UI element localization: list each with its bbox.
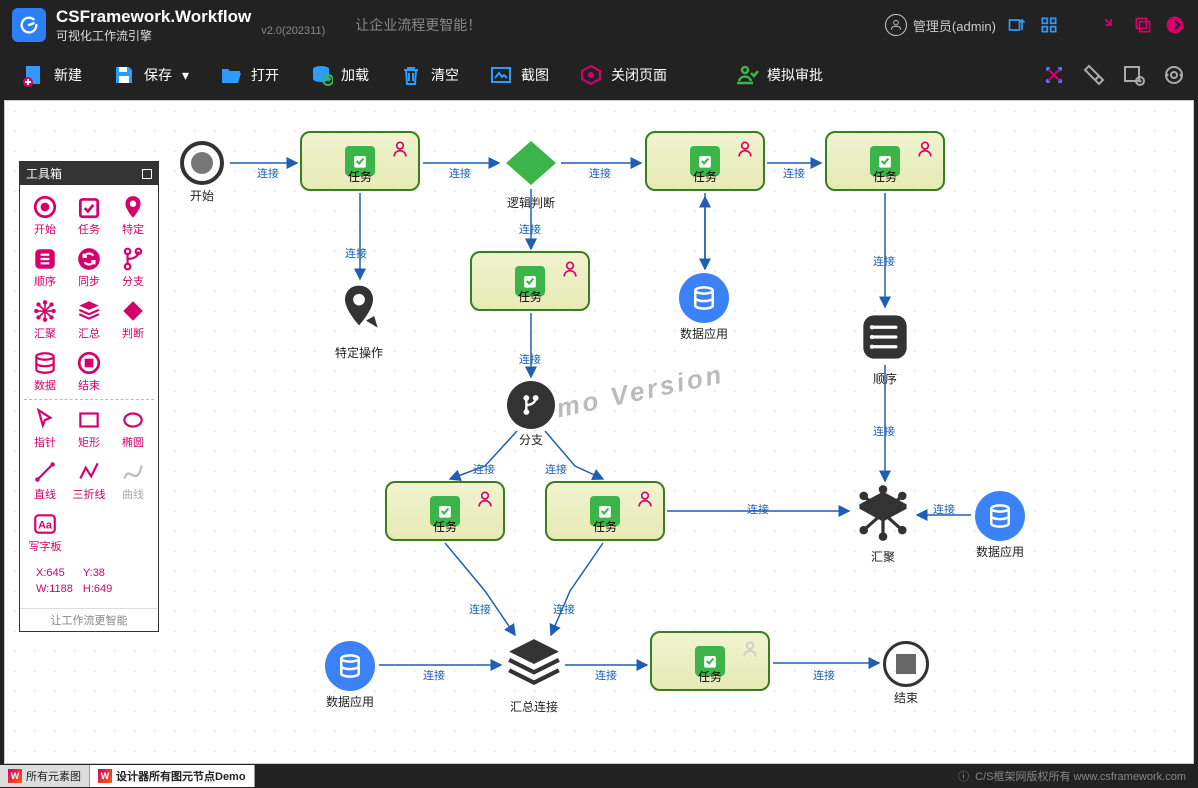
close-page-button[interactable]: 关闭页面 <box>567 57 677 93</box>
clear-button[interactable]: 清空 <box>387 57 469 93</box>
tool-polyline[interactable]: 三折线 <box>68 456 110 504</box>
main-toolbar: 新建 保存▾ 打开 加载 清空 截图 关闭页面 模拟审批 <box>0 50 1198 100</box>
toolbox-footer: 让工作流更智能 <box>20 608 158 631</box>
tool-ellipse[interactable]: 椭圆 <box>112 404 154 452</box>
app-version: v2.0(202311) <box>261 25 325 37</box>
edge-label: 连接 <box>473 461 495 477</box>
tool-icon-1[interactable] <box>1040 61 1068 89</box>
user-info[interactable]: 管理员(admin) <box>885 14 996 36</box>
tool-decision[interactable]: 判断 <box>112 295 154 343</box>
edge-label: 连接 <box>345 245 367 261</box>
node-start[interactable]: 开始 <box>180 141 224 204</box>
tool-sync[interactable]: 同步 <box>68 243 110 291</box>
node-decision[interactable]: 逻辑判断 <box>501 139 561 211</box>
watermark: mo Version <box>554 359 727 425</box>
workflow-canvas[interactable]: mo Version 开始 任务 逻辑判断 任务 任务 特定操作 任务 数据应用… <box>4 100 1194 764</box>
tool-start[interactable]: 开始 <box>24 191 66 239</box>
app-header: CSFramework.Workflow 可视化工作流引擎 v2.0(20231… <box>0 0 1198 50</box>
edge-label: 连接 <box>589 165 611 181</box>
node-task-3[interactable]: 任务 <box>825 131 945 191</box>
tool-task[interactable]: 任务 <box>68 191 110 239</box>
save-button[interactable]: 保存▾ <box>100 57 199 93</box>
app-subtitle: 可视化工作流引擎 <box>56 27 251 44</box>
tab-all-elements[interactable]: W所有元素图 <box>0 765 90 787</box>
edge-label: 连接 <box>783 165 805 181</box>
node-task-5[interactable]: 任务 <box>385 481 505 541</box>
copyright: ⓘC/S框架网版权所有 www.csframework.com <box>958 768 1198 784</box>
node-data-app-2[interactable]: 数据应用 <box>975 491 1025 560</box>
user-name: 管理员(admin) <box>913 16 996 35</box>
toolbox-dock-icon[interactable] <box>142 169 152 179</box>
edge-label: 连接 <box>423 667 445 683</box>
node-end[interactable]: 结束 <box>883 641 929 706</box>
node-task-1[interactable]: 任务 <box>300 131 420 191</box>
mock-approve-button[interactable]: 模拟审批 <box>723 57 833 93</box>
screenshot-button[interactable]: 截图 <box>477 57 559 93</box>
app-slogan: 让企业流程更智能！ <box>355 15 481 35</box>
toolbox-coords: X:645Y:38 W:1188H:649 <box>24 560 154 602</box>
node-special-op[interactable]: 特定操作 <box>331 281 387 361</box>
edge-label: 连接 <box>747 501 769 517</box>
tool-curve[interactable]: 曲线 <box>112 456 154 504</box>
node-data-app-1[interactable]: 数据应用 <box>679 273 729 342</box>
svg-text:Aa: Aa <box>38 519 53 531</box>
tab-designer-demo[interactable]: W设计器所有图元节点Demo <box>90 765 255 787</box>
tool-converge[interactable]: 汇聚 <box>24 295 66 343</box>
edge-label: 连接 <box>813 667 835 683</box>
tool-text[interactable]: Aa写字板 <box>24 508 66 556</box>
tool-end[interactable]: 结束 <box>68 347 110 395</box>
tool-special[interactable]: 特定 <box>112 191 154 239</box>
node-task-2[interactable]: 任务 <box>645 131 765 191</box>
tool-icon-4[interactable] <box>1160 61 1188 89</box>
edge-label: 连接 <box>595 667 617 683</box>
close-icon[interactable] <box>1164 14 1186 36</box>
toolbox-header[interactable]: 工具箱 <box>20 162 158 185</box>
node-converge[interactable]: 汇聚 <box>853 485 913 565</box>
tool-icon-2[interactable] <box>1080 61 1108 89</box>
edge-label: 连接 <box>933 501 955 517</box>
node-data-app-3[interactable]: 数据应用 <box>325 641 375 710</box>
chevron-down-icon: ▾ <box>182 67 189 84</box>
tool-rect[interactable]: 矩形 <box>68 404 110 452</box>
edge-label: 连接 <box>519 351 541 367</box>
edge-label: 连接 <box>519 221 541 237</box>
edge-label: 连接 <box>873 423 895 439</box>
tool-line[interactable]: 直线 <box>24 456 66 504</box>
grid-icon[interactable] <box>1038 14 1060 36</box>
layout-icon-1[interactable] <box>1006 14 1028 36</box>
edge-label: 连接 <box>873 253 895 269</box>
tool-icon-3[interactable] <box>1120 61 1148 89</box>
node-summary[interactable]: 汇总连接 <box>505 637 563 715</box>
node-task-4[interactable]: 任务 <box>470 251 590 311</box>
open-button[interactable]: 打开 <box>207 57 289 93</box>
tool-branch[interactable]: 分支 <box>112 243 154 291</box>
tool-pointer[interactable]: 指针 <box>24 404 66 452</box>
tool-data[interactable]: 数据 <box>24 347 66 395</box>
app-logo-icon <box>12 8 46 42</box>
toolbox-panel: 工具箱 开始 任务 特定 顺序 同步 分支 汇聚 汇总 判断 数据 结束 <box>19 161 159 632</box>
app-title: CSFramework.Workflow <box>56 7 251 27</box>
edge-label: 连接 <box>553 601 575 617</box>
edge-label: 连接 <box>449 165 471 181</box>
tool-sequence[interactable]: 顺序 <box>24 243 66 291</box>
edge-label: 连接 <box>545 461 567 477</box>
node-branch[interactable]: 分支 <box>507 381 555 448</box>
tool-summary[interactable]: 汇总 <box>68 295 110 343</box>
edge-label: 连接 <box>469 601 491 617</box>
user-icon <box>885 14 907 36</box>
statusbar: W所有元素图 W设计器所有图元节点Demo ⓘC/S框架网版权所有 www.cs… <box>0 764 1198 788</box>
load-button[interactable]: 加载 <box>297 57 379 93</box>
edge-label: 连接 <box>257 165 279 181</box>
node-task-7[interactable]: 任务 <box>650 631 770 691</box>
maximize-icon[interactable] <box>1132 14 1154 36</box>
node-task-6[interactable]: 任务 <box>545 481 665 541</box>
new-button[interactable]: 新建 <box>10 57 92 93</box>
minimize-icon[interactable] <box>1100 14 1122 36</box>
node-sequence[interactable]: 顺序 <box>859 311 911 387</box>
